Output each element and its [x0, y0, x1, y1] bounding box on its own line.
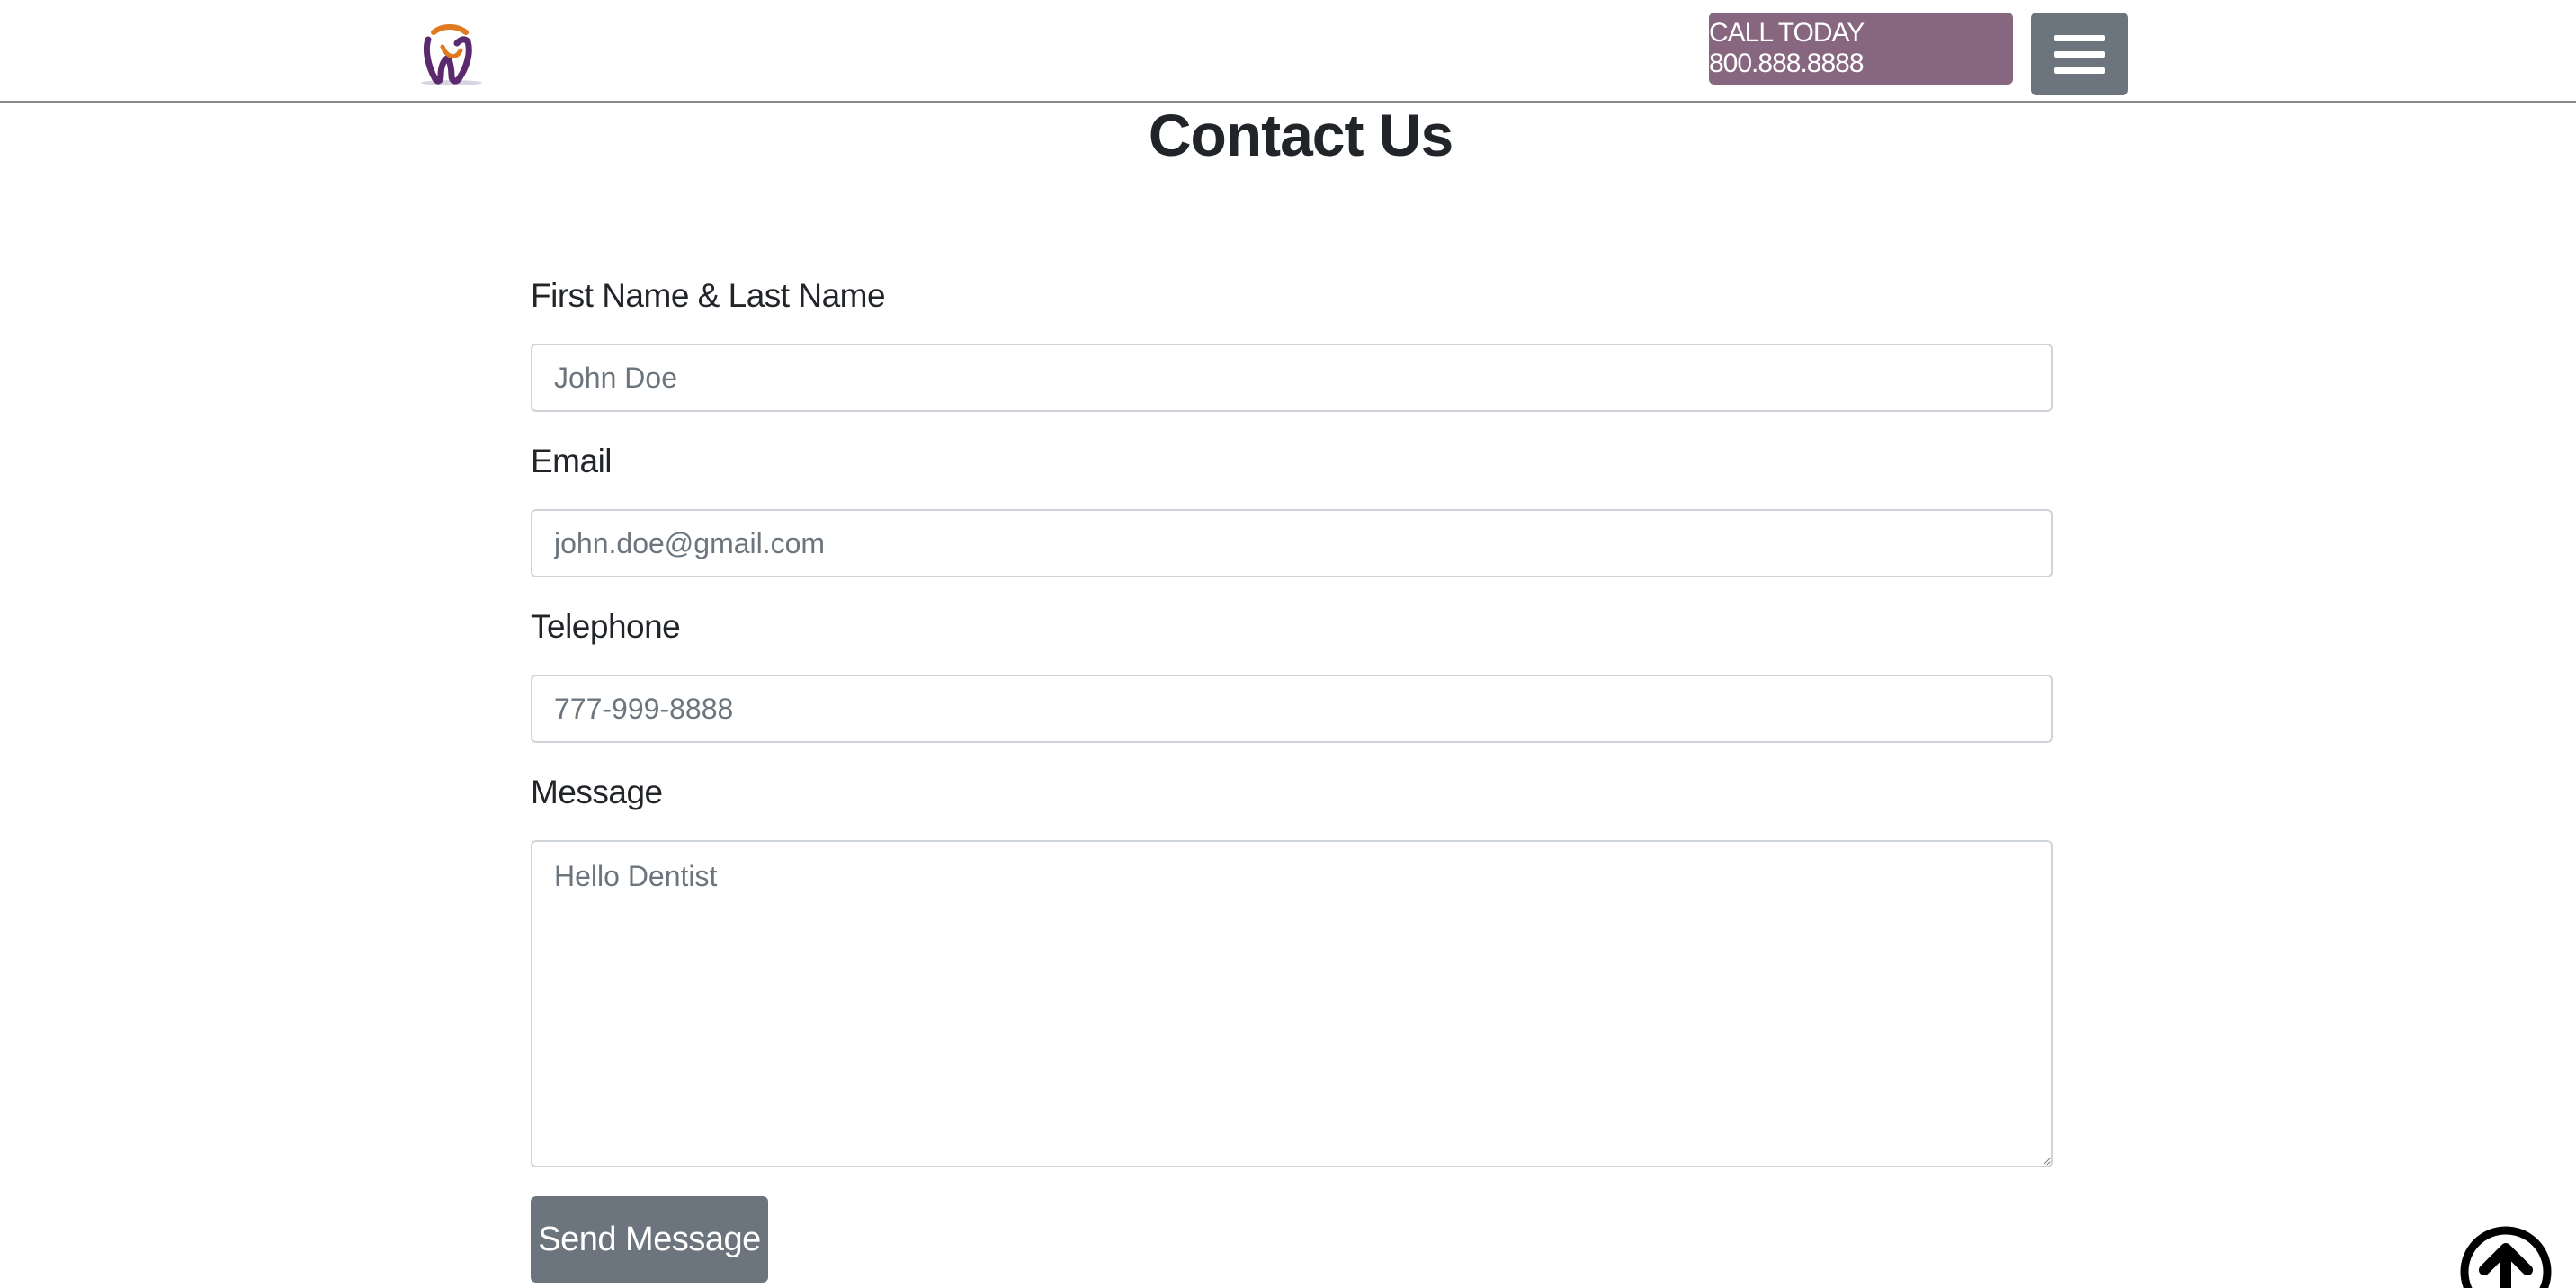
menu-button[interactable]: [2031, 13, 2128, 95]
call-today-button[interactable]: CALL TODAY 800.888.8888: [1709, 13, 2013, 85]
hamburger-menu-icon: [2054, 34, 2105, 41]
call-today-label: CALL TODAY 800.888.8888: [1709, 18, 1865, 78]
hamburger-menu-icon-bar-2: [2054, 50, 2105, 58]
arrow-up-circle-icon: [2460, 1226, 2552, 1288]
tooth-logo[interactable]: [416, 20, 489, 88]
scroll-to-top-button[interactable]: [2459, 1225, 2553, 1288]
email-label: Email: [531, 443, 613, 479]
telephone-label: Telephone: [531, 608, 681, 645]
message-label: Message: [531, 774, 663, 810]
site-header: CALL TODAY 800.888.8888: [0, 0, 2576, 103]
message-textarea[interactable]: [531, 840, 2053, 1167]
name-input[interactable]: [531, 344, 2053, 412]
hamburger-menu-icon-bar-3: [2054, 67, 2105, 74]
page-title: Contact Us: [1148, 102, 1453, 168]
contact-page: CALL TODAY 800.888.8888 Contact Us First…: [0, 0, 2576, 1288]
send-message-button[interactable]: Send Message: [531, 1196, 768, 1283]
telephone-input[interactable]: [531, 675, 2053, 743]
name-label: First Name & Last Name: [531, 277, 886, 314]
email-input[interactable]: [531, 509, 2053, 577]
